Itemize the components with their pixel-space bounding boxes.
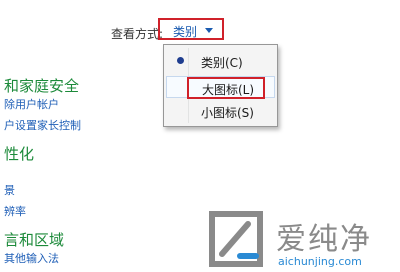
menu-item-small-icons[interactable]: 小图标(S) — [166, 100, 275, 122]
menu-item-category[interactable]: 类别(C) — [166, 50, 275, 72]
view-by-label: 查看方式: — [111, 27, 164, 41]
view-by-value: 类别 — [173, 25, 198, 39]
view-by-menu: 类别(C) 大图标(L) 小图标(S) — [163, 44, 278, 127]
watermark-title: 爱纯净 — [276, 222, 372, 257]
category-link-background[interactable]: 景 — [4, 182, 15, 198]
radio-selected-icon — [177, 57, 184, 64]
menu-item-large-icons[interactable]: 大图标(L) — [166, 76, 275, 99]
category-title-language-region[interactable]: 言和区域 — [4, 229, 64, 250]
category-link-input-methods[interactable]: 其他输入法 — [4, 250, 59, 266]
logo-icon — [209, 211, 263, 267]
view-by-dropdown[interactable]: 类别 — [158, 18, 224, 40]
category-title-family-safety[interactable]: 和家庭安全 — [4, 75, 79, 96]
category-link-parental-controls[interactable]: 户设置家长控制 — [4, 117, 81, 133]
watermark-url: aichunjing.com — [278, 255, 362, 268]
menu-item-category-label: 类别(C) — [201, 56, 243, 70]
category-link-remove-accounts[interactable]: 除用户帐户 — [4, 96, 59, 112]
menu-item-small-icons-label: 小图标(S) — [201, 106, 254, 120]
watermark: 爱纯净 aichunjing.com — [206, 210, 400, 272]
highlight-box — [187, 77, 265, 99]
chevron-down-icon — [205, 28, 213, 33]
category-link-resolution[interactable]: 辨率 — [4, 203, 26, 219]
category-title-personalization[interactable]: 性化 — [4, 143, 34, 164]
